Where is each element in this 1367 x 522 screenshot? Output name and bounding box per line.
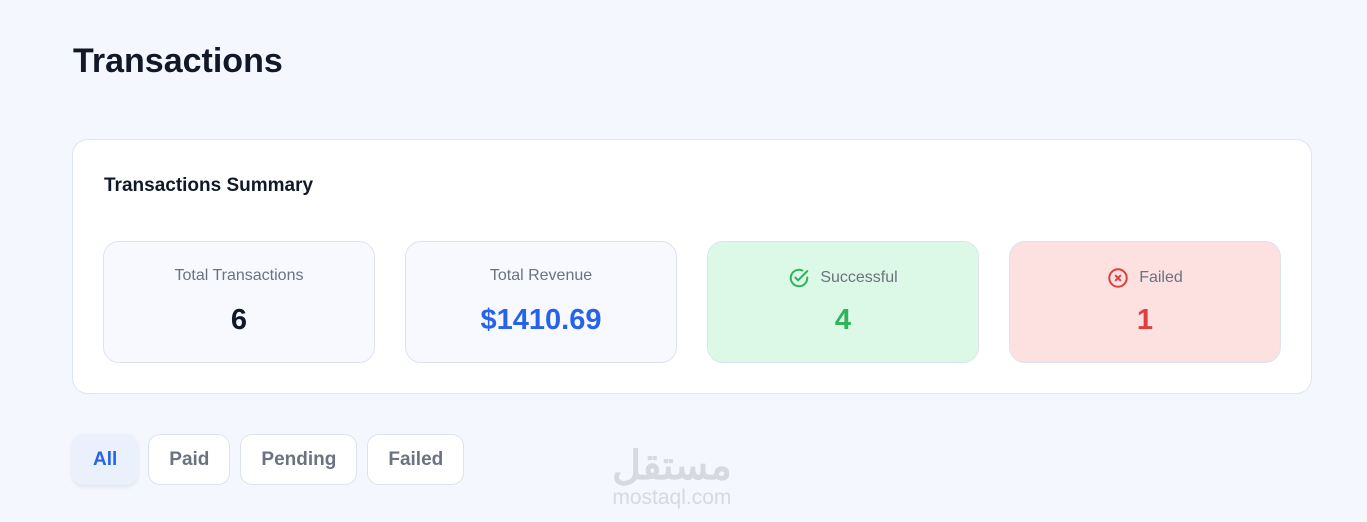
stat-label: Successful [820, 269, 898, 286]
stat-value: $1410.69 [480, 304, 602, 336]
transactions-summary-card: Transactions Summary Total Transactions … [72, 139, 1312, 394]
stat-label: Total Transactions [174, 267, 304, 284]
stat-value: 1 [1136, 304, 1154, 336]
filter-paid-button[interactable]: Paid [148, 434, 231, 485]
total-transactions-stat: Total Transactions 6 [103, 241, 375, 363]
failed-stat: Failed 1 [1009, 241, 1281, 363]
total-revenue-stat: Total Revenue $1410.69 [405, 241, 677, 363]
watermark-logo: مستقل mostaql.com [612, 446, 732, 510]
stat-value: 6 [230, 304, 248, 336]
summary-title: Transactions Summary [104, 175, 314, 196]
watermark-arabic: مستقل [612, 444, 732, 488]
check-circle-icon [790, 268, 809, 288]
status-filter-tabs: All Paid Pending Failed [72, 434, 465, 485]
filter-all-button[interactable]: All [72, 434, 139, 485]
filter-pending-button[interactable]: Pending [240, 434, 358, 485]
stat-label: Total Revenue [489, 267, 593, 284]
watermark-latin: mostaql.com [612, 486, 732, 509]
stat-value: 4 [834, 304, 852, 336]
successful-stat: Successful 4 [707, 241, 979, 363]
page-title: Transactions [73, 42, 283, 80]
stat-label: Failed [1139, 269, 1183, 286]
filter-failed-button[interactable]: Failed [367, 434, 465, 485]
x-circle-icon [1108, 268, 1128, 288]
